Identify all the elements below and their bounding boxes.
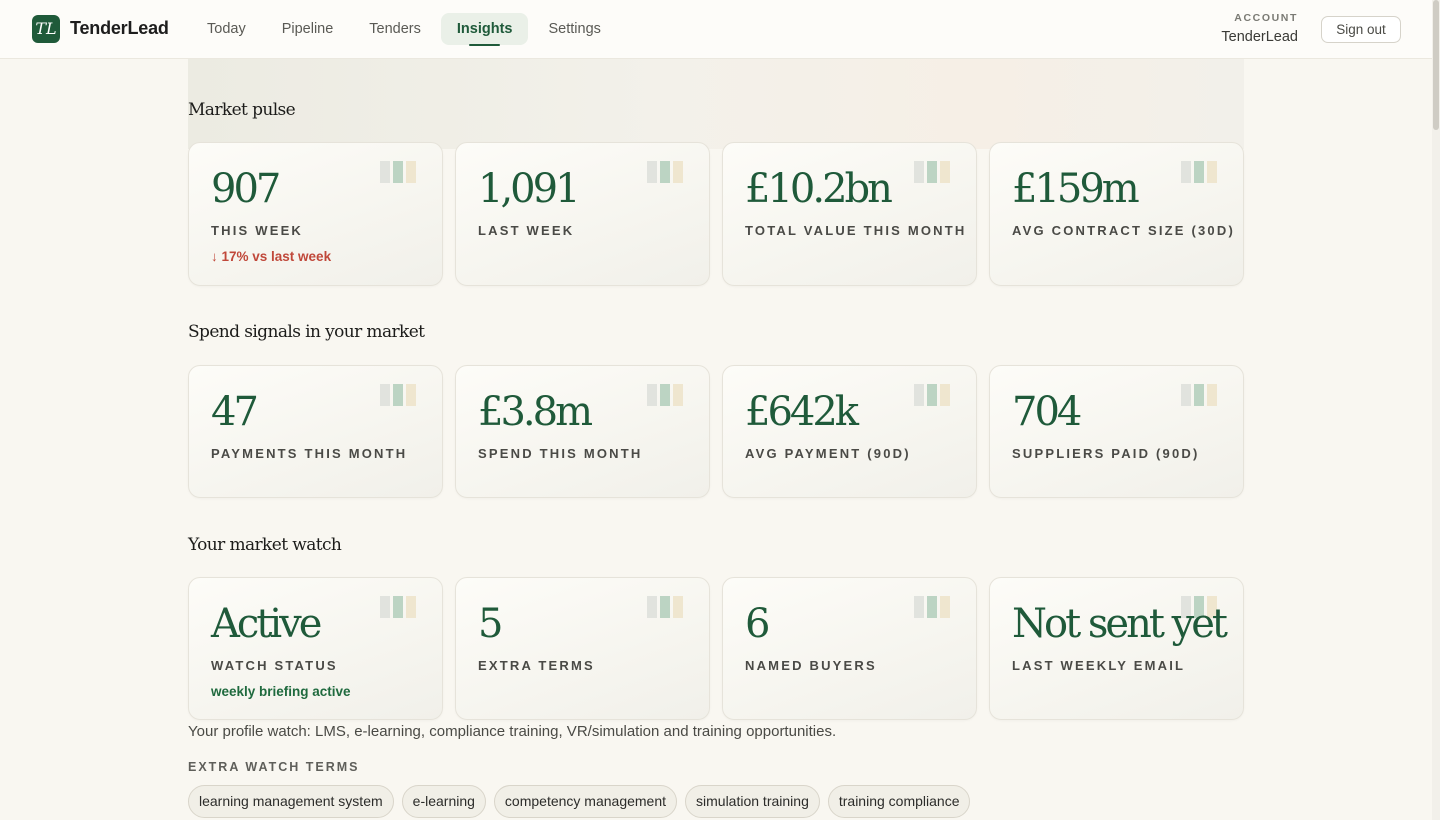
stat-value: Not sent yet: [1012, 601, 1228, 647]
stat-label: LAST WEEK: [478, 223, 575, 238]
stat-value: 907: [211, 166, 281, 212]
sparkbars-icon: [914, 161, 950, 183]
stat-value: Active: [211, 601, 322, 647]
account-info: ACCOUNT TenderLead: [1221, 12, 1298, 45]
stat-card-last-email: Not sent yet LAST WEEKLY EMAIL: [989, 577, 1244, 720]
watch-terms-list: learning management system e-learning co…: [188, 785, 971, 818]
sparkbars-icon: [380, 161, 416, 183]
stat-label: WATCH STATUS: [211, 658, 338, 673]
stat-card-suppliers-paid: 704 SUPPLIERS PAID (90D): [989, 365, 1244, 498]
sparkbars-icon: [1181, 161, 1217, 183]
term-chip[interactable]: training compliance: [827, 785, 971, 818]
profile-watch-text: Your profile watch: LMS, e-learning, com…: [188, 723, 837, 740]
section-title-market-watch: Your market watch: [188, 535, 342, 555]
stat-status-note: weekly briefing active: [211, 684, 351, 699]
stat-label: THIS WEEK: [211, 223, 304, 238]
stat-card-total-value: £10.2bn TOTAL VALUE THIS MONTH: [722, 142, 977, 286]
stat-value: 1,091: [478, 166, 581, 212]
stat-label: AVG CONTRACT SIZE (30D): [1012, 223, 1235, 238]
stat-card-payments: 47 PAYMENTS THIS MONTH: [188, 365, 443, 498]
stat-value: 5: [478, 601, 504, 647]
term-chip[interactable]: e-learning: [401, 785, 486, 818]
stat-label: SPEND THIS MONTH: [478, 446, 643, 461]
sparkbars-icon: [647, 161, 683, 183]
stat-value: £159m: [1012, 166, 1140, 212]
stat-label: NAMED BUYERS: [745, 658, 877, 673]
stat-card-avg-payment: £642k AVG PAYMENT (90D): [722, 365, 977, 498]
stat-card-watch-status: Active WATCH STATUS weekly briefing acti…: [188, 577, 443, 720]
term-chip[interactable]: simulation training: [685, 785, 820, 818]
brand-name[interactable]: TenderLead: [70, 18, 169, 39]
hero-background: [188, 59, 1244, 149]
stat-label: TOTAL VALUE THIS MONTH: [745, 223, 967, 238]
stat-card-spend: £3.8m SPEND THIS MONTH: [455, 365, 710, 498]
term-chip[interactable]: learning management system: [188, 785, 394, 818]
sign-out-button[interactable]: Sign out: [1321, 16, 1401, 43]
stat-card-named-buyers: 6 NAMED BUYERS: [722, 577, 977, 720]
stat-card-last-week: 1,091 LAST WEEK: [455, 142, 710, 286]
stat-card-this-week: 907 THIS WEEK ↓ 17% vs last week: [188, 142, 443, 286]
stat-card-avg-contract: £159m AVG CONTRACT SIZE (30D): [989, 142, 1244, 286]
sparkbars-icon: [647, 596, 683, 618]
stat-card-extra-terms: 5 EXTRA TERMS: [455, 577, 710, 720]
stat-label: AVG PAYMENT (90D): [745, 446, 911, 461]
account-name[interactable]: TenderLead: [1221, 29, 1298, 45]
top-bar: TL TenderLead Today Pipeline Tenders Ins…: [0, 0, 1432, 59]
nav-tenders[interactable]: Tenders: [353, 13, 437, 45]
stat-change-note: ↓ 17% vs last week: [211, 249, 332, 264]
stat-value: 47: [211, 389, 259, 435]
sparkbars-icon: [647, 384, 683, 406]
sparkbars-icon: [914, 384, 950, 406]
stat-value: 6: [745, 601, 771, 647]
stat-value: 704: [1012, 389, 1082, 435]
stat-value: £10.2bn: [745, 166, 893, 212]
sparkbars-icon: [914, 596, 950, 618]
extra-terms-heading: EXTRA WATCH TERMS: [188, 760, 360, 774]
section-title-market-pulse: Market pulse: [188, 100, 296, 120]
nav-settings[interactable]: Settings: [532, 13, 616, 45]
nav-today[interactable]: Today: [191, 13, 262, 45]
stat-label: LAST WEEKLY EMAIL: [1012, 658, 1186, 673]
sparkbars-icon: [380, 596, 416, 618]
section-title-spend-signals: Spend signals in your market: [188, 322, 425, 342]
stat-label: PAYMENTS THIS MONTH: [211, 446, 408, 461]
sparkbars-icon: [380, 384, 416, 406]
main-nav: Today Pipeline Tenders Insights Settings: [191, 13, 617, 46]
sparkbars-icon: [1181, 384, 1217, 406]
logo-icon[interactable]: TL: [32, 15, 60, 43]
stat-value: £3.8m: [478, 389, 593, 435]
stat-value: £642k: [745, 389, 859, 435]
nav-insights[interactable]: Insights: [440, 13, 529, 46]
stat-label: EXTRA TERMS: [478, 658, 595, 673]
term-chip[interactable]: competency management: [493, 785, 678, 818]
account-label: ACCOUNT: [1234, 12, 1298, 24]
nav-pipeline[interactable]: Pipeline: [266, 13, 350, 45]
scrollbar-thumb[interactable]: [1433, 0, 1439, 130]
stat-label: SUPPLIERS PAID (90D): [1012, 446, 1200, 461]
